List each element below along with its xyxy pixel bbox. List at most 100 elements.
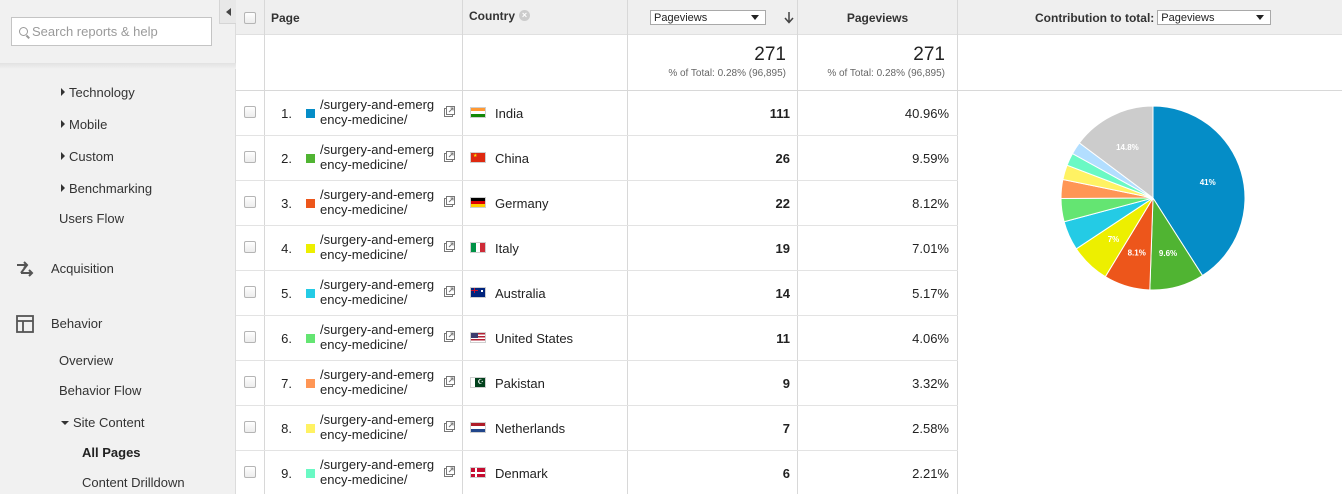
external-link-icon[interactable] bbox=[444, 331, 455, 342]
country-link[interactable]: Italy bbox=[495, 241, 519, 256]
contribution-label: Contribution to total: bbox=[1035, 10, 1155, 25]
table-row: 8. /surgery-and-emergency-medicine/Nether… bbox=[236, 406, 958, 451]
series-color-swatch bbox=[306, 109, 315, 118]
totals-row: 271 % of Total: 0.28% (96,895) 271 % of … bbox=[236, 35, 1342, 91]
pageviews-value: 19 bbox=[775, 241, 790, 256]
country-link[interactable]: Netherlands bbox=[495, 421, 565, 436]
row-checkbox[interactable] bbox=[244, 106, 256, 118]
external-link-icon[interactable] bbox=[444, 196, 455, 207]
table-row: 6. /surgery-and-emergency-medicine/United… bbox=[236, 316, 958, 361]
pageviews-percent: 2.21% bbox=[912, 466, 949, 481]
caret-down-icon bbox=[61, 421, 69, 425]
nav-item-behavior-flow[interactable]: Behavior Flow bbox=[59, 383, 141, 398]
page-link[interactable]: /surgery-and-emergency-medicine/ bbox=[320, 322, 440, 352]
total-value-2: 271 bbox=[913, 44, 945, 65]
row-number: 1. bbox=[281, 106, 292, 121]
country-link[interactable]: India bbox=[495, 106, 523, 121]
series-color-swatch bbox=[306, 244, 315, 253]
country-flag-icon: ☪ bbox=[470, 377, 486, 388]
country-link[interactable]: Denmark bbox=[495, 466, 548, 481]
total-subtext-2: % of Total: 0.28% (96,895) bbox=[827, 68, 945, 79]
row-checkbox[interactable] bbox=[244, 151, 256, 163]
table-row: 7. /surgery-and-emergency-medicine/ ☪ Pakis… bbox=[236, 361, 958, 406]
country-link[interactable]: Australia bbox=[495, 286, 546, 301]
nav-item-mobile[interactable]: Mobile bbox=[61, 117, 107, 132]
row-checkbox[interactable] bbox=[244, 241, 256, 253]
column-header-country[interactable]: Country × bbox=[469, 0, 530, 33]
external-link-icon[interactable] bbox=[444, 151, 455, 162]
external-link-icon[interactable] bbox=[444, 106, 455, 117]
page-link[interactable]: /surgery-and-emergency-medicine/ bbox=[320, 457, 440, 487]
page-link[interactable]: /surgery-and-emergency-medicine/ bbox=[320, 187, 440, 217]
external-link-icon[interactable] bbox=[444, 466, 455, 477]
row-checkbox[interactable] bbox=[244, 421, 256, 433]
contribution-select[interactable]: Pageviews bbox=[1157, 10, 1272, 25]
pageviews-value: 6 bbox=[782, 466, 790, 481]
external-link-icon[interactable] bbox=[444, 286, 455, 297]
page-link[interactable]: /surgery-and-emergency-medicine/ bbox=[320, 97, 440, 127]
checkbox[interactable] bbox=[244, 11, 256, 24]
collapse-sidebar-button[interactable] bbox=[219, 0, 236, 24]
sort-descending-icon[interactable] bbox=[784, 12, 794, 24]
nav-item-acquisition[interactable]: Acquisition bbox=[51, 261, 114, 276]
external-link-icon[interactable] bbox=[444, 376, 455, 387]
row-number: 2. bbox=[281, 151, 292, 166]
nav-item-custom[interactable]: Custom bbox=[61, 149, 114, 164]
column-header-pageviews[interactable]: Pageviews bbox=[798, 0, 957, 35]
series-color-swatch bbox=[306, 334, 315, 343]
nav-label: Benchmarking bbox=[69, 181, 153, 196]
nav-item-overview[interactable]: Overview bbox=[59, 353, 113, 368]
nav-label: Technology bbox=[69, 85, 135, 100]
metric-select[interactable]: Pageviews bbox=[650, 10, 766, 25]
nav-label: Site Content bbox=[73, 415, 145, 430]
table-row: 2. /surgery-and-emergency-medicine/ ★ China… bbox=[236, 136, 958, 181]
row-number: 8. bbox=[281, 421, 292, 436]
row-checkbox[interactable] bbox=[244, 196, 256, 208]
chevron-left-icon bbox=[225, 7, 231, 16]
external-link-icon[interactable] bbox=[444, 421, 455, 432]
row-checkbox[interactable] bbox=[244, 286, 256, 298]
table-row: 3. /surgery-and-emergency-medicine/German… bbox=[236, 181, 958, 226]
row-checkbox[interactable] bbox=[244, 466, 256, 478]
nav-item-all-pages[interactable]: All Pages bbox=[82, 445, 141, 460]
page-link[interactable]: /surgery-and-emergency-medicine/ bbox=[320, 277, 440, 307]
table-row: 1. /surgery-and-emergency-medicine/India 1… bbox=[236, 91, 958, 136]
search-input[interactable] bbox=[32, 24, 202, 39]
page-link[interactable]: /surgery-and-emergency-medicine/ bbox=[320, 232, 440, 262]
series-color-swatch bbox=[306, 469, 315, 478]
country-link[interactable]: China bbox=[495, 151, 529, 166]
page-link[interactable]: /surgery-and-emergency-medicine/ bbox=[320, 142, 440, 172]
country-flag-icon bbox=[470, 422, 486, 433]
row-checkbox[interactable] bbox=[244, 376, 256, 388]
pageviews-percent: 3.32% bbox=[912, 376, 949, 391]
country-label: Country bbox=[469, 8, 515, 23]
pageviews-percent: 2.58% bbox=[912, 421, 949, 436]
page-link[interactable]: /surgery-and-emergency-medicine/ bbox=[320, 367, 440, 397]
metric-select-value: Pageviews bbox=[654, 11, 708, 24]
pie-slice-label: 41% bbox=[1200, 178, 1216, 187]
pageviews-value: 9 bbox=[782, 376, 790, 391]
behavior-icon bbox=[16, 315, 34, 333]
contribution-pie-chart: 41% 9.6% 8.1% 7% 14.8% bbox=[1060, 105, 1246, 291]
pageviews-percent: 5.17% bbox=[912, 286, 949, 301]
country-link[interactable]: Germany bbox=[495, 196, 548, 211]
nav-item-users-flow[interactable]: Users Flow bbox=[59, 211, 124, 226]
remove-dimension-icon[interactable]: × bbox=[519, 10, 530, 21]
nav-item-technology[interactable]: Technology bbox=[61, 85, 135, 100]
country-link[interactable]: United States bbox=[495, 331, 573, 346]
nav-item-benchmarking[interactable]: Benchmarking bbox=[61, 181, 152, 196]
nav-item-site-content[interactable]: Site Content bbox=[61, 415, 145, 430]
external-link-icon[interactable] bbox=[444, 241, 455, 252]
contribution-header: Contribution to total: Pageviews bbox=[1035, 0, 1272, 35]
search-box[interactable] bbox=[11, 17, 212, 46]
table-row: 5. /surgery-and-emergency-medicine/Austra… bbox=[236, 271, 958, 316]
nav-item-behavior[interactable]: Behavior bbox=[51, 316, 102, 331]
page-link[interactable]: /surgery-and-emergency-medicine/ bbox=[320, 412, 440, 442]
nav-item-content-drilldown[interactable]: Content Drilldown bbox=[82, 475, 185, 490]
report-table: Page Country × Pageviews Pageviews Contri… bbox=[236, 0, 1342, 494]
column-header-page[interactable]: Page bbox=[271, 0, 300, 35]
pie-slice-label: 8.1% bbox=[1128, 249, 1146, 258]
select-all-checkbox[interactable] bbox=[244, 0, 256, 35]
row-checkbox[interactable] bbox=[244, 331, 256, 343]
country-link[interactable]: Pakistan bbox=[495, 376, 545, 391]
